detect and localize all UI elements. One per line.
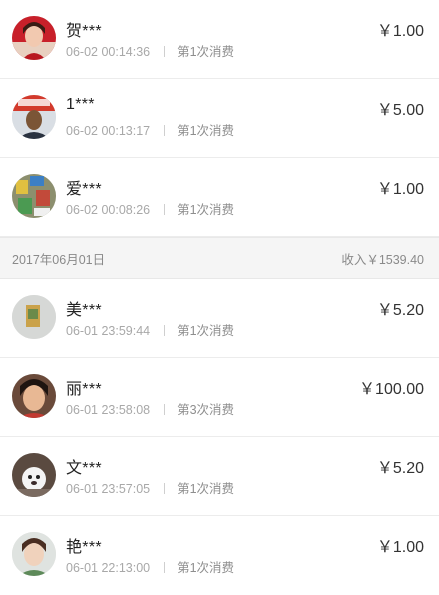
avatar xyxy=(12,174,56,218)
record-amount: ￥1.00 xyxy=(376,23,424,40)
avatar xyxy=(12,453,56,497)
record-time: 06-01 23:59:44 xyxy=(66,324,151,338)
purchase-count: 第1次消费 xyxy=(177,203,235,217)
record-meta: 06-01 22:13:00 第1次消费 xyxy=(66,557,234,576)
avatar xyxy=(12,374,56,418)
record-amount: ￥5.00 xyxy=(376,102,424,119)
record-meta: 06-02 00:13:17 第1次消费 xyxy=(66,120,234,139)
record-time: 06-01 23:57:05 xyxy=(66,482,151,496)
divider xyxy=(164,204,166,215)
record-time: 06-01 22:13:00 xyxy=(66,561,151,575)
record-time: 06-02 00:13:17 xyxy=(66,124,151,138)
record-amount: ￥100.00 xyxy=(359,381,424,398)
record-amount: ￥1.00 xyxy=(376,539,424,556)
customer-name: 丽*** xyxy=(66,381,102,398)
purchase-count: 第1次消费 xyxy=(177,124,235,138)
purchase-count: 第1次消费 xyxy=(177,561,235,575)
record-amount: ￥1.00 xyxy=(376,181,424,198)
purchase-count: 第1次消费 xyxy=(177,482,235,496)
record-time: 06-02 00:14:36 xyxy=(66,45,151,59)
divider xyxy=(164,325,166,336)
customer-name: 爱*** xyxy=(66,181,102,198)
transaction-list: 贺*** 06-02 00:14:36 第1次消费 ￥1.00 1*** 06-0… xyxy=(0,0,439,595)
avatar xyxy=(12,16,56,60)
customer-name: 1*** xyxy=(66,96,95,113)
purchase-count: 第1次消费 xyxy=(177,45,235,59)
list-item[interactable]: 丽*** 06-01 23:58:08 第3次消费 ￥100.00 xyxy=(0,358,439,437)
purchase-count: 第1次消费 xyxy=(177,324,235,338)
divider xyxy=(164,125,166,136)
date-group-header: 2017年06月01日 收入￥1539.40 xyxy=(0,237,439,279)
record-time: 06-01 23:58:08 xyxy=(66,403,151,417)
customer-name: 贺*** xyxy=(66,23,102,40)
record-meta: 06-01 23:57:05 第1次消费 xyxy=(66,478,234,497)
list-item[interactable]: 爱*** 06-02 00:08:26 第1次消费 ￥1.00 xyxy=(0,158,439,237)
divider xyxy=(164,404,166,415)
list-item[interactable]: 1*** 06-02 00:13:17 第1次消费 ￥5.00 xyxy=(0,79,439,158)
customer-name: 美*** xyxy=(66,302,102,319)
avatar xyxy=(12,95,56,139)
record-amount: ￥5.20 xyxy=(376,302,424,319)
divider xyxy=(164,483,166,494)
divider xyxy=(164,562,166,573)
record-amount: ￥5.20 xyxy=(376,460,424,477)
group-income: 收入￥1539.40 xyxy=(341,252,424,267)
record-time: 06-02 00:08:26 xyxy=(66,203,151,217)
list-item[interactable]: 艳*** 06-01 22:13:00 第1次消费 ￥1.00 xyxy=(0,516,439,595)
divider xyxy=(164,46,166,57)
list-item[interactable]: 美*** 06-01 23:59:44 第1次消费 ￥5.20 xyxy=(0,279,439,358)
record-meta: 06-02 00:08:26 第1次消费 xyxy=(66,199,234,218)
list-item[interactable]: 贺*** 06-02 00:14:36 第1次消费 ￥1.00 xyxy=(0,0,439,79)
customer-name: 艳*** xyxy=(66,539,102,556)
avatar xyxy=(12,532,56,576)
avatar xyxy=(12,295,56,339)
list-item[interactable]: 文*** 06-01 23:57:05 第1次消费 ￥5.20 xyxy=(0,437,439,516)
record-meta: 06-01 23:59:44 第1次消费 xyxy=(66,320,234,339)
record-meta: 06-01 23:58:08 第3次消费 xyxy=(66,399,234,418)
group-date: 2017年06月01日 xyxy=(12,252,106,267)
purchase-count: 第3次消费 xyxy=(177,403,235,417)
customer-name: 文*** xyxy=(66,460,102,477)
record-meta: 06-02 00:14:36 第1次消费 xyxy=(66,41,234,60)
